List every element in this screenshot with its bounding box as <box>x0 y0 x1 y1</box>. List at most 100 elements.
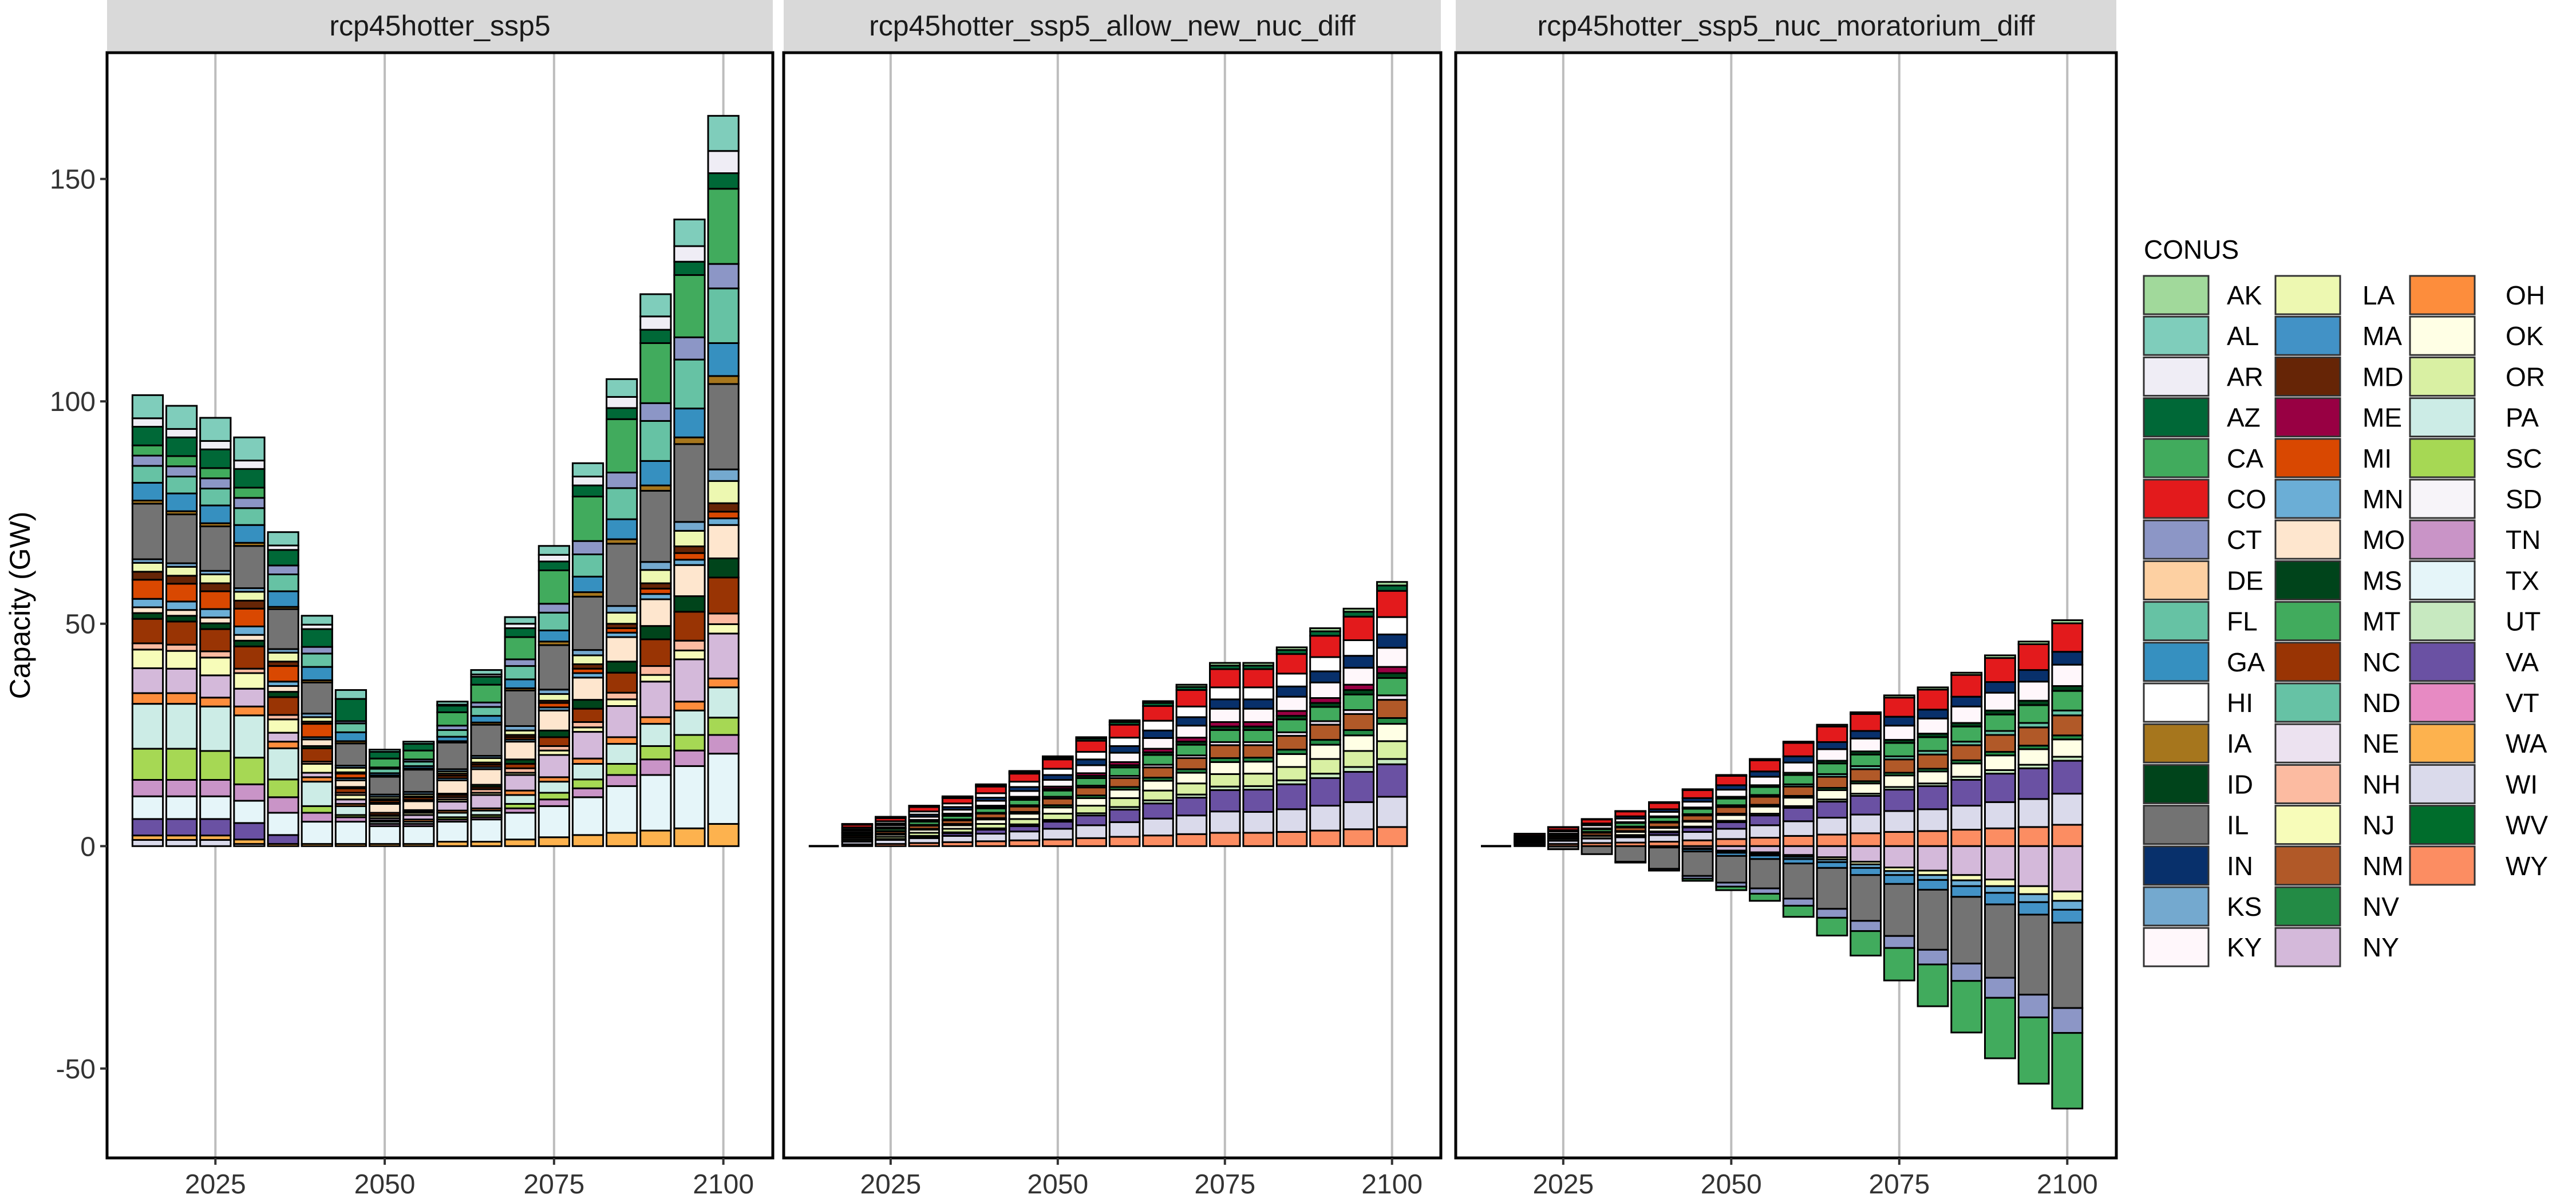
bar-segment-TN-2015 <box>131 778 164 797</box>
bar-segment-WI-2065 <box>1816 817 1848 836</box>
bar-segment-CO-2075 <box>1883 697 1915 718</box>
bar-segment-OK-2080 <box>1917 770 1949 785</box>
bar-segment-CO-2100 <box>1376 590 1408 618</box>
bar-segment-FL-2080 <box>571 553 605 578</box>
bar-segment-IN-2070 <box>1175 716 1208 727</box>
bar-segment-NJ-2085 <box>606 698 638 707</box>
legend-label: ID <box>2227 769 2253 799</box>
bar-segment-AK-2095 <box>1342 607 1375 613</box>
bar-segment-CO-2050 <box>1042 758 1074 770</box>
bar-segment-AL-2040 <box>301 615 333 626</box>
legend-key <box>2274 356 2341 397</box>
bar-segment-CA-2090 <box>639 342 672 404</box>
legend-key <box>2274 805 2341 845</box>
bar-segment-MA-2085 <box>1950 885 1983 898</box>
bar-segment-GA-2030 <box>233 524 266 544</box>
bar-segment-WY-2075 <box>1883 831 1915 847</box>
bar-segment-SC-2075 <box>538 792 570 801</box>
bar-segment-GA-2045 <box>334 731 368 742</box>
legend-key <box>2274 560 2341 600</box>
bar-segment-TN-2040 <box>301 812 333 823</box>
bar-segment-OR-2050 <box>1042 813 1074 821</box>
legend-key <box>2409 764 2476 804</box>
x-tick-label: 2050 <box>1027 1169 1088 1200</box>
bar-segment-OK-2100 <box>1376 723 1408 742</box>
bar-segment-AK-2040 <box>1648 801 1680 804</box>
bar-segment-TX-2100 <box>707 753 740 825</box>
bar-segment-IN-2085 <box>1950 695 1983 707</box>
bar-segment-IN-2090 <box>1309 670 1341 683</box>
bar-segment-IN-2085 <box>1275 685 1308 698</box>
bar-segment-NY-2075 <box>1883 845 1915 869</box>
bar-segment-WA-2080 <box>571 834 605 847</box>
bar-segment-MD-2015 <box>131 571 164 581</box>
bar-segment-SC-2090 <box>639 745 672 761</box>
bar-segment-AL-2015 <box>131 394 164 420</box>
legend-label: WV <box>2506 810 2548 840</box>
bar-segment-NC-2020 <box>165 620 198 646</box>
bar-segment-TX-2015 <box>131 795 164 820</box>
bar-segment-MN-2025 <box>199 608 232 619</box>
bar-segment-AL-2065 <box>470 669 503 675</box>
bar-segment-PA-2095 <box>673 709 706 736</box>
bar-segment-LA-2035 <box>267 651 299 663</box>
bar-segment-OK-2055 <box>1749 805 1781 815</box>
bar-segment-WY-2080 <box>1917 830 1949 847</box>
legend-key <box>2143 315 2210 356</box>
legend-key <box>2143 805 2210 845</box>
bar-segment-WI-2100 <box>2051 793 2084 826</box>
legend-item-CO: CO <box>2143 479 2266 519</box>
bar-segment-IN-2060 <box>1108 745 1141 754</box>
bar-segment-TX-2065 <box>470 819 503 843</box>
legend-item-NH: NH <box>2274 764 2400 804</box>
bar-segment-MT-2095 <box>1342 693 1375 711</box>
legend-item-MO: MO <box>2274 519 2405 560</box>
bar-segment-MO-2090 <box>639 598 672 627</box>
legend-key <box>2409 845 2476 886</box>
bar-segment-CO-2085 <box>1950 674 1983 698</box>
bar-segment-IL-2060 <box>1782 863 1815 900</box>
legend-key <box>2143 927 2210 967</box>
bar-segment-WI-2050 <box>1715 828 1748 840</box>
bar-segment-NH-2015 <box>131 642 164 651</box>
bar-segment-KY-2055 <box>1075 764 1107 774</box>
bar-segment-WI-2015 <box>131 839 164 847</box>
bar-segment-GA-2075 <box>538 629 570 643</box>
bar-segment-NY-2065 <box>1816 845 1848 859</box>
bar-segment-WI-2070 <box>1850 813 1882 835</box>
bar-segment-AZ-2025 <box>199 448 232 469</box>
bar-segment-IL-2020 <box>165 513 198 564</box>
legend-label: AL <box>2227 321 2259 351</box>
bar-segment-MT-2050 <box>1715 797 1748 806</box>
legend-item-NJ: NJ <box>2274 805 2395 845</box>
bar-segment-VA-2075 <box>1209 789 1241 813</box>
bar-segment-CA-2015 <box>131 444 164 457</box>
bar-segment-WY-2090 <box>1984 827 2016 847</box>
bar-segment-MT-2085 <box>1950 725 1983 743</box>
bar-segment-KY-2100 <box>2051 663 2084 687</box>
bar-segment-MT-2060 <box>1108 766 1141 777</box>
bar-segment-IL-2085 <box>1950 896 1983 964</box>
legend-key <box>2143 275 2210 315</box>
bar-segment-OK-2070 <box>1850 782 1882 795</box>
bar-segment-CA-2095 <box>2017 1016 2050 1085</box>
bar-segment-KY-2095 <box>1342 667 1375 686</box>
bar-segment-OK-2050 <box>1715 814 1748 822</box>
bar-segment-GA-2090 <box>639 460 672 487</box>
x-tick-label: 2075 <box>523 1169 584 1200</box>
bar-segment-TX-2090 <box>639 774 672 832</box>
bar-segment-MI-2025 <box>199 590 232 610</box>
legend-item-MN: MN <box>2274 479 2404 519</box>
bar-segment-IL-2100 <box>707 383 740 470</box>
bar-segment-AR-2020 <box>165 428 198 438</box>
bar-segment-CT-2095 <box>2017 994 2050 1018</box>
bar-segment-NM-2050 <box>1715 806 1748 815</box>
legend-item-ID: ID <box>2143 764 2253 804</box>
bar-segment-OR-2055 <box>1075 805 1107 814</box>
bar-segment-NC-2035 <box>267 696 299 716</box>
bar-segment-IL-2075 <box>1883 883 1915 937</box>
bar-segment-IL-2095 <box>673 443 706 523</box>
bar-segment-GA-2070 <box>504 678 536 689</box>
bar-segment-TN-2100 <box>707 734 740 755</box>
bar-segment-MT-2075 <box>1209 729 1241 743</box>
